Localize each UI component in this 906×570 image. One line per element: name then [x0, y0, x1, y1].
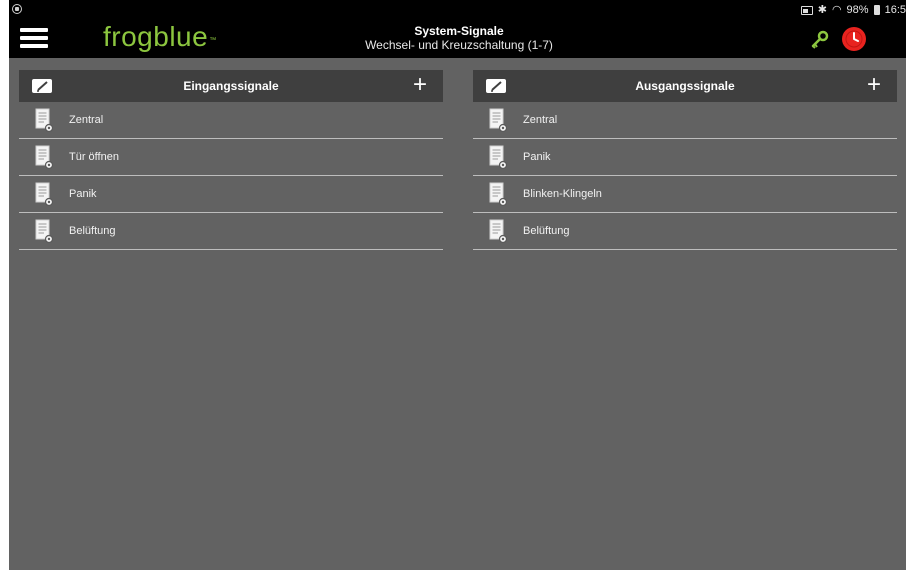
list-item-label: Zentral	[69, 114, 104, 126]
list-item[interactable]: Panik	[473, 139, 897, 176]
list-item[interactable]: Belüftung	[19, 213, 443, 250]
input-signals-list: Zentral Tür öffnen Panik Belüftung	[19, 102, 443, 250]
input-signals-panel: Eingangssignale + Zentral Tür öffnen Pan…	[19, 70, 443, 250]
document-icon	[489, 145, 508, 170]
list-item[interactable]: Belüftung	[473, 213, 897, 250]
page-title: System-Signale	[414, 24, 504, 38]
output-signals-header: Ausgangssignale +	[473, 70, 897, 102]
bluetooth-icon: ✱	[817, 3, 827, 16]
status-icons: ✱ ◠ 98% 16:5	[800, 3, 906, 17]
list-item-label: Panik	[69, 188, 97, 200]
plus-icon[interactable]: +	[865, 73, 883, 97]
notification-icon	[12, 4, 22, 14]
panel-title: Eingangssignale	[183, 79, 279, 93]
document-icon	[489, 108, 508, 133]
list-item[interactable]: Zentral	[19, 102, 443, 139]
list-item-label: Tür öffnen	[69, 151, 119, 163]
input-signals-header: Eingangssignale +	[19, 70, 443, 102]
clock-icon[interactable]	[841, 26, 867, 52]
key-icon[interactable]	[810, 30, 830, 50]
list-item-label: Panik	[523, 151, 551, 163]
list-item-label: Belüftung	[69, 225, 116, 237]
list-item-label: Blinken-Klingeln	[523, 188, 602, 200]
document-icon	[35, 145, 54, 170]
document-icon	[35, 108, 54, 133]
app-bar: frogblue™ System-Signale Wechsel- und Kr…	[9, 20, 906, 58]
output-signals-panel: Ausgangssignale + Zentral Panik Blinken-…	[473, 70, 897, 250]
list-item[interactable]: Blinken-Klingeln	[473, 176, 897, 213]
list-item-label: Zentral	[523, 114, 558, 126]
status-bar: ✱ ◠ 98% 16:5	[9, 0, 906, 20]
list-item[interactable]: Panik	[19, 176, 443, 213]
cast-icon	[800, 5, 813, 15]
frogblue-logo: frogblue™	[103, 22, 216, 52]
list-item[interactable]: Zentral	[473, 102, 897, 139]
page-subtitle: Wechsel- und Kreuzschaltung (1-7)	[365, 38, 553, 52]
wifi-icon: ◠	[831, 3, 842, 16]
logo-text: frogblue	[103, 21, 209, 52]
document-icon	[35, 182, 54, 207]
title-block: System-Signale Wechsel- und Kreuzschaltu…	[309, 24, 609, 53]
list-item[interactable]: Tür öffnen	[19, 139, 443, 176]
status-time: 16:5	[884, 4, 906, 16]
battery-icon	[873, 5, 880, 15]
document-icon	[489, 219, 508, 244]
panel-title: Ausgangssignale	[635, 79, 735, 93]
battery-percent: 98%	[846, 4, 869, 16]
app-screen: ✱ ◠ 98% 16:5 frogblue™ System-Signale We…	[9, 0, 906, 570]
logo-trademark: ™	[209, 37, 217, 44]
hamburger-menu-icon[interactable]	[20, 26, 48, 50]
document-icon	[489, 182, 508, 207]
list-item-label: Belüftung	[523, 225, 570, 237]
plus-icon[interactable]: +	[411, 73, 429, 97]
document-icon	[35, 219, 54, 244]
output-signals-list: Zentral Panik Blinken-Klingeln Belüftung	[473, 102, 897, 250]
